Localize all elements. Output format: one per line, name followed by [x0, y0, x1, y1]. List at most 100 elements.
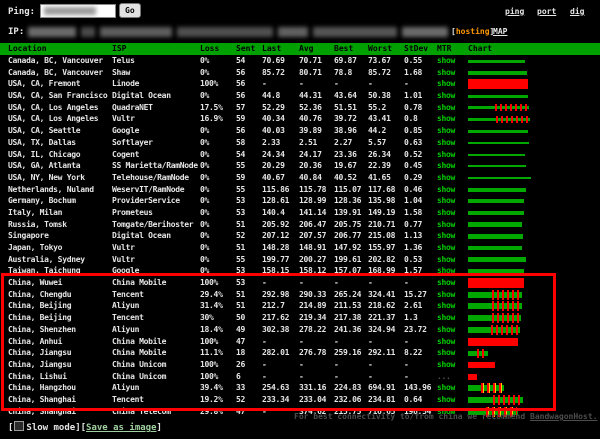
cell-sent: 53 [236, 195, 245, 207]
cell-isp: QuadraNET [112, 102, 153, 114]
cell-sent: 57 [236, 102, 245, 114]
cell-loss: 0% [200, 137, 209, 149]
cell-isp: Telus [112, 55, 135, 67]
map-link[interactable]: MAP [493, 27, 507, 36]
bracket: [ [8, 423, 13, 433]
mtr-show-link[interactable]: show [437, 219, 455, 231]
cell-worst: 43.41 [368, 113, 391, 125]
chart-bar [468, 246, 522, 250]
cell-stdev: 0.63 [404, 137, 422, 149]
mtr-show-link[interactable]: show [437, 90, 455, 102]
nav-link-ping[interactable]: ping [505, 7, 524, 16]
cell-best: 51.51 [334, 102, 357, 114]
cell-loss: 0% [200, 172, 209, 184]
cell-last: 115.86 [262, 184, 289, 196]
go-button[interactable]: Go [119, 3, 141, 18]
mtr-show-link[interactable]: show [437, 230, 455, 242]
slow-mode-checkbox[interactable] [14, 421, 24, 431]
cell-avg: 207.57 [299, 230, 326, 242]
ping-input[interactable] [40, 4, 116, 18]
chart-bar [468, 106, 529, 109]
col-last: Last [262, 44, 281, 53]
redacted-block [100, 27, 172, 37]
mtr-show-link[interactable]: show [437, 113, 455, 125]
table-row: Netherlands, NulandWeservIT/RamNode0%551… [0, 184, 600, 196]
mtr-show-link[interactable]: show [437, 125, 455, 137]
cell-sent: 59 [236, 113, 245, 125]
col-best: Best [334, 44, 353, 53]
mtr-show-link[interactable]: show [437, 160, 455, 172]
cell-loss: 0% [200, 219, 209, 231]
cell-avg: 70.71 [299, 55, 322, 67]
chart-bar [468, 142, 529, 144]
mtr-show-link[interactable]: show [437, 172, 455, 184]
mtr-show-link[interactable]: show [437, 184, 455, 196]
redacted-block [177, 27, 273, 37]
cell-location: USA, IL, Chicago [8, 149, 80, 161]
cell-last: 44.8 [262, 90, 280, 102]
cell-loss: 0% [200, 149, 209, 161]
mtr-show-link[interactable]: show [437, 78, 455, 90]
table-row: Canada, BC, VancouverTelus0%5470.6970.71… [0, 55, 600, 67]
table-row: USA, IL, ChicagoCogent0%5424.3424.1723.3… [0, 149, 600, 161]
cell-loss: 0% [200, 230, 209, 242]
mtr-show-link[interactable]: show [437, 195, 455, 207]
chart-bar [468, 222, 522, 227]
mtr-show-link[interactable]: show [437, 102, 455, 114]
cell-avg: 80.71 [299, 67, 322, 79]
mtr-show-link[interactable]: show [437, 149, 455, 161]
chart-bar [468, 234, 523, 239]
cell-last: 20.29 [262, 160, 285, 172]
cell-last: 70.69 [262, 55, 285, 67]
cell-isp: Linode [112, 78, 139, 90]
cell-location: USA, TX, Dallas [8, 137, 76, 149]
cell-sent: 52 [236, 230, 245, 242]
cell-stdev: 0.45 [404, 160, 422, 172]
table-row: Italy, MilanPrometeus0%53140.4141.14139.… [0, 207, 600, 219]
mtr-show-link[interactable]: show [437, 67, 455, 79]
mtr-show-link[interactable]: show [437, 254, 455, 266]
chart-bar [468, 60, 525, 63]
nav-link-dig[interactable]: dig [570, 7, 584, 16]
col-chart: Chart [468, 44, 492, 53]
col-worst: Worst [368, 44, 392, 53]
cell-location: USA, CA, Seattle [8, 125, 80, 137]
cell-stdev: 0.8 [404, 113, 418, 125]
cell-isp: Vultr [112, 254, 135, 266]
cell-loss: 0% [200, 55, 209, 67]
col-loss: Loss [200, 44, 219, 53]
cell-worst: 202.82 [368, 254, 395, 266]
table-row: SingaporeDigital Ocean0%52207.12207.5720… [0, 230, 600, 242]
mtr-show-link[interactable]: show [437, 242, 455, 254]
cell-worst: 155.97 [368, 242, 395, 254]
cell-stdev: 0.77 [404, 219, 422, 231]
mtr-show-link[interactable]: show [437, 55, 455, 67]
mtr-show-link[interactable]: show [437, 137, 455, 149]
cell-location: Italy, Milan [8, 207, 62, 219]
cell-best: 19.67 [334, 160, 357, 172]
cell-worst: 26.34 [368, 149, 391, 161]
mtr-show-link[interactable]: show [437, 207, 455, 219]
cell-avg: 115.78 [299, 184, 326, 196]
save-as-image-link[interactable]: Save as image [86, 423, 156, 433]
cell-worst: 149.19 [368, 207, 395, 219]
cell-worst: - [368, 78, 373, 90]
cell-isp: Shaw [112, 67, 130, 79]
cell-sent: 53 [236, 207, 245, 219]
table-row: USA, CA, FremontLinode100%56-----show [0, 78, 600, 90]
chart-bar [468, 154, 525, 156]
footer-controls: [Slow mode][Save as image] [8, 421, 162, 433]
cell-last: 140.4 [262, 207, 285, 219]
cell-loss: 16.9% [200, 113, 223, 125]
chart-bar [468, 95, 528, 98]
nav-link-port[interactable]: port [537, 7, 556, 16]
cell-sent: 56 [236, 90, 245, 102]
cell-avg: 40.84 [299, 172, 322, 184]
cell-avg: 148.91 [299, 242, 326, 254]
cell-worst: 117.68 [368, 184, 395, 196]
cell-loss: 0% [200, 125, 209, 137]
ad-link-bandwagonhost[interactable]: BandwagonHost. [530, 412, 597, 421]
cell-isp: WeservIT/RamNode [112, 184, 184, 196]
cell-sent: 56 [236, 78, 245, 90]
footer-ad: For best connectivity to/from china we r… [294, 412, 597, 421]
